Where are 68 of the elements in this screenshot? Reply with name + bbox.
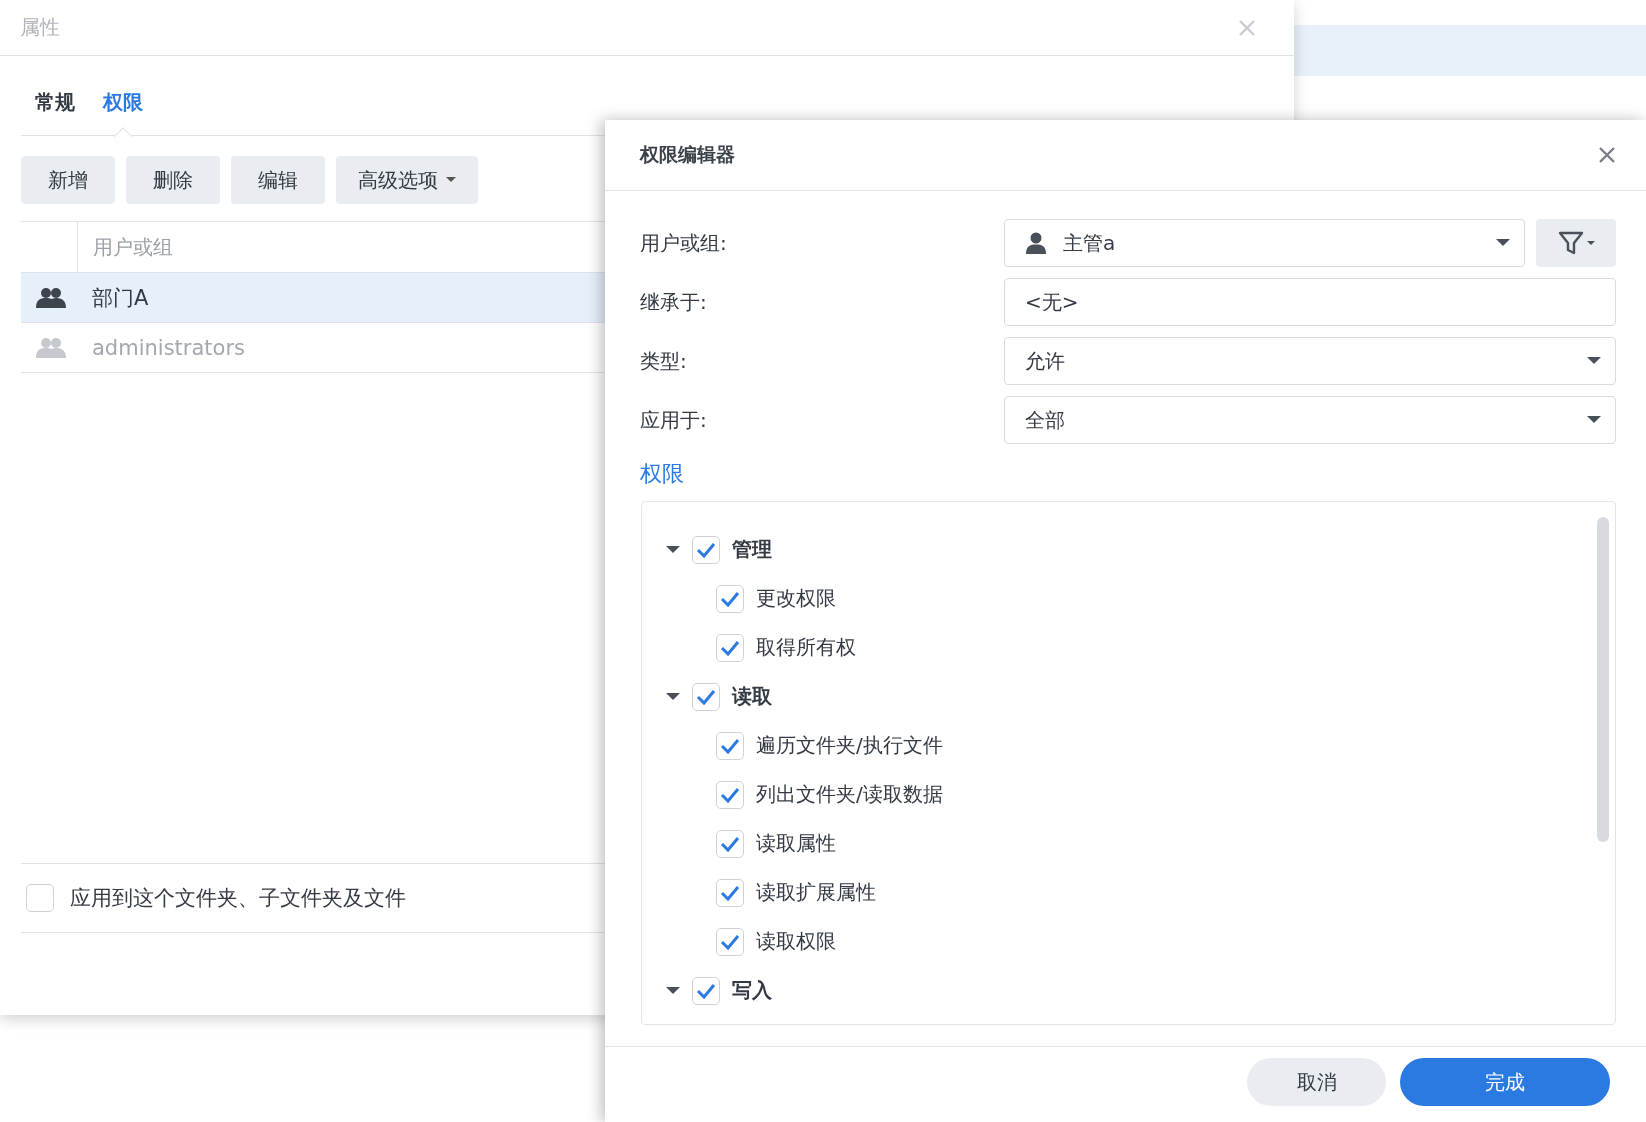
field-label: 用户或组: (640, 229, 728, 257)
check-icon (720, 786, 740, 803)
checkbox[interactable] (26, 884, 54, 912)
field-label: 继承于: (640, 288, 708, 316)
window-title: 属性 (20, 14, 60, 41)
table-cell: administrators (92, 335, 245, 360)
user-icon (1025, 232, 1047, 254)
checkbox[interactable] (716, 927, 744, 956)
caret-icon (1496, 239, 1510, 247)
checkbox[interactable] (692, 976, 720, 1005)
filter-button[interactable] (1536, 219, 1616, 267)
checkbox-label: 读取 (732, 683, 772, 710)
input-field[interactable]: 允许 (1004, 337, 1616, 385)
toolbar-button[interactable]: 高级选项 (336, 156, 478, 204)
checkbox[interactable] (716, 731, 744, 760)
checkbox-label: 读取扩展属性 (756, 879, 876, 906)
caret-icon[interactable] (666, 545, 680, 554)
checkbox-label: 读取属性 (756, 830, 836, 857)
column-header: 用户或组 (92, 233, 173, 261)
filter-icon (1557, 230, 1595, 256)
check-icon (720, 884, 740, 901)
check-icon (696, 982, 716, 999)
tab[interactable]: 常规 (35, 82, 75, 122)
input-field[interactable]: 全部 (1004, 396, 1616, 444)
checkbox-label: 更改权限 (756, 585, 836, 612)
caret-icon (1587, 357, 1601, 365)
check-icon (720, 933, 740, 950)
checkbox[interactable] (716, 829, 744, 858)
check-icon (720, 737, 740, 754)
caret-icon (1587, 416, 1601, 424)
checkbox[interactable] (692, 535, 720, 564)
close-icon[interactable] (1598, 146, 1616, 164)
checkbox-label: 遍历文件夹/执行文件 (756, 732, 943, 759)
checkbox[interactable] (716, 584, 744, 613)
check-icon (696, 541, 716, 558)
check-icon (696, 688, 716, 705)
input-field[interactable]: 主管a (1004, 219, 1525, 267)
toolbar-button[interactable]: 新增 (21, 156, 115, 204)
caret-icon[interactable] (666, 986, 680, 995)
check-icon (720, 835, 740, 852)
dialog-title: 权限编辑器 (640, 142, 735, 167)
dialog-button[interactable]: 取消 (1247, 1058, 1386, 1106)
checkbox-label: 读取权限 (756, 928, 836, 955)
checkbox-label: 取得所有权 (756, 634, 856, 661)
group-icon (36, 286, 66, 309)
dialog-button[interactable]: 完成 (1400, 1058, 1610, 1106)
group-icon (36, 336, 66, 359)
checkbox[interactable] (692, 682, 720, 711)
checkbox-label: 管理 (732, 536, 772, 563)
checkbox[interactable] (716, 780, 744, 809)
checkbox-label: 列出文件夹/读取数据 (756, 781, 943, 808)
input-field[interactable]: <无> (1004, 278, 1616, 326)
scrollbar[interactable] (1597, 517, 1609, 842)
field-label: 应用于: (640, 406, 708, 434)
checkbox-label: 应用到这个文件夹、子文件夹及文件 (70, 885, 406, 912)
checkbox-label: 写入 (732, 977, 772, 1004)
field-label: 类型: (640, 347, 688, 375)
toolbar-button[interactable]: 删除 (126, 156, 220, 204)
caret-icon (446, 177, 456, 183)
caret-icon[interactable] (666, 692, 680, 701)
check-icon (720, 590, 740, 607)
table-cell-text: 部门A (92, 284, 149, 312)
toolbar-button[interactable]: 编辑 (231, 156, 325, 204)
check-icon (720, 639, 740, 656)
checkbox[interactable] (716, 633, 744, 662)
checkbox[interactable] (716, 878, 744, 907)
tab[interactable]: 权限 (103, 82, 143, 122)
section-title: 权限 (640, 460, 685, 488)
